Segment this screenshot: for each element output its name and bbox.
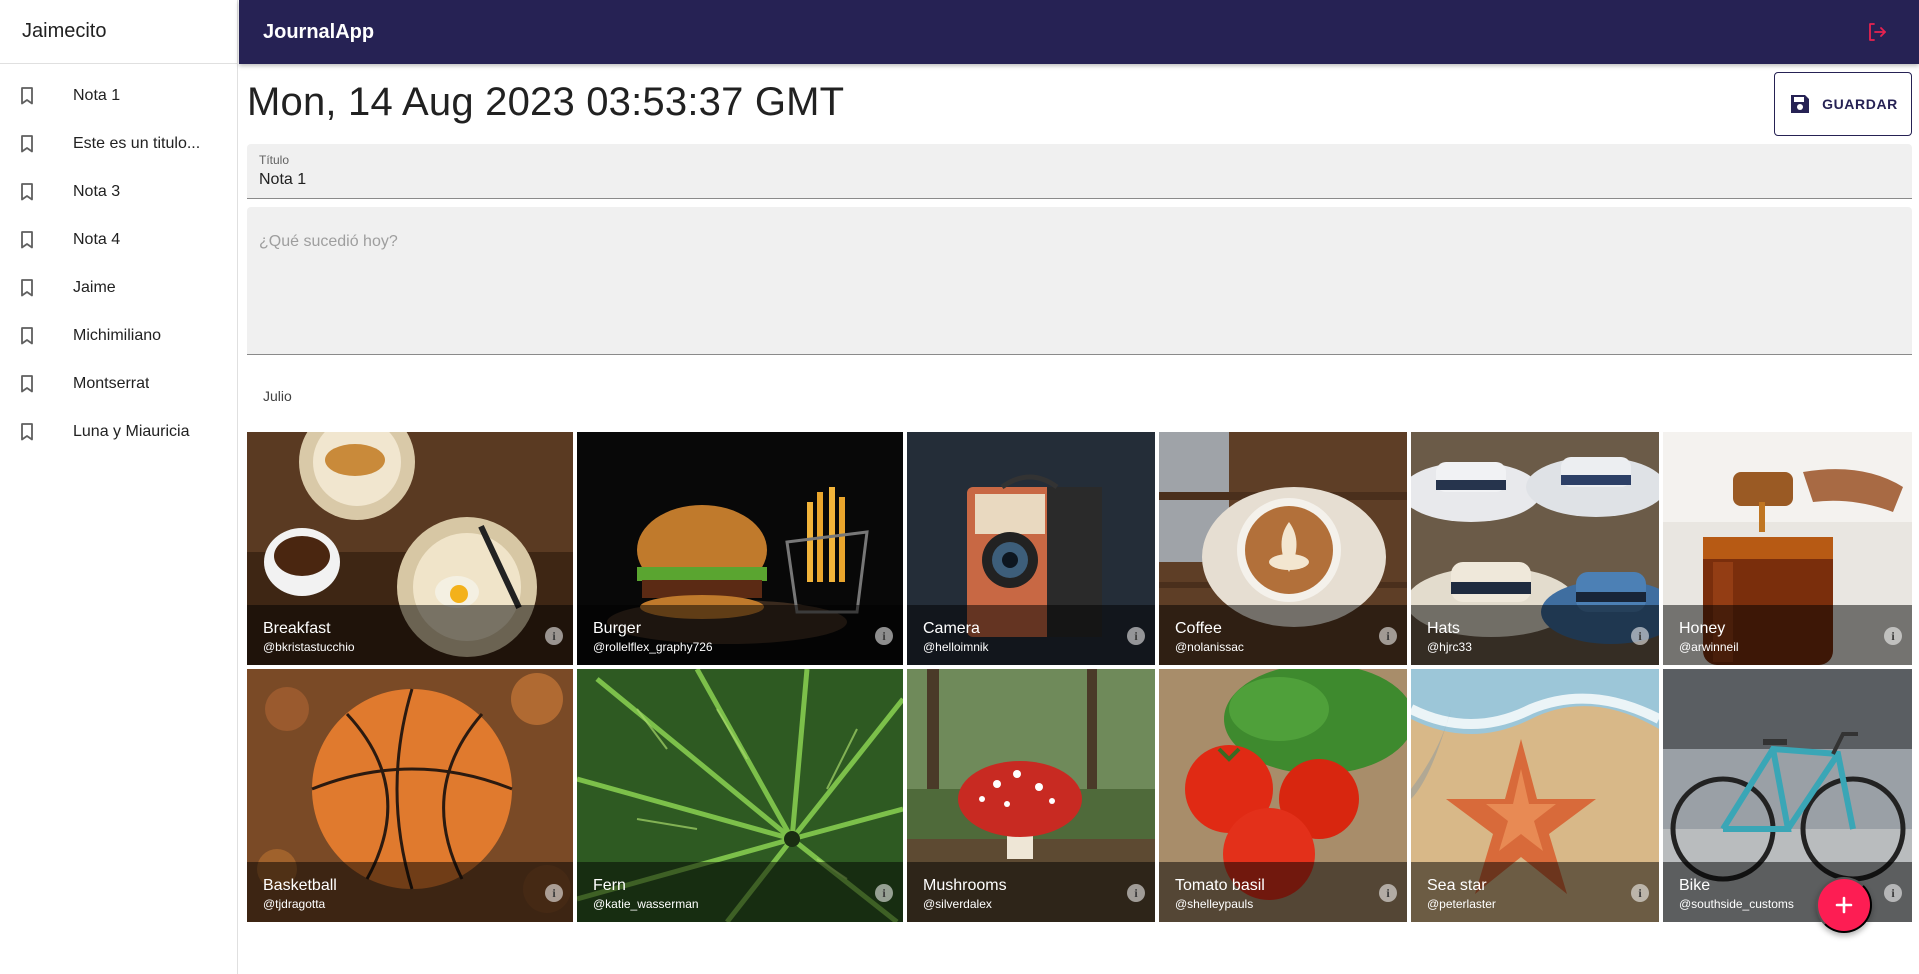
info-icon[interactable]: i bbox=[1884, 884, 1902, 902]
sidebar-item-label: Nota 4 bbox=[73, 231, 121, 248]
image-author: @rollelflex_graphy726 bbox=[593, 640, 713, 654]
save-icon bbox=[1791, 95, 1810, 113]
image-author: @tjdragotta bbox=[263, 897, 326, 911]
logout-icon[interactable] bbox=[1865, 20, 1889, 44]
image-tile-mushrooms[interactable]: Mushrooms @silverdalex i bbox=[907, 669, 1155, 922]
note-date: Mon, 14 Aug 2023 03:53:37 GMT bbox=[247, 80, 845, 124]
image-title: Mushrooms bbox=[923, 877, 1007, 894]
sidebar-item-este-es-un-titulo[interactable]: Este es un titulo... bbox=[0, 120, 237, 168]
image-title: Honey bbox=[1679, 620, 1726, 637]
bookmark-icon bbox=[19, 374, 35, 394]
sidebar-item-label: Montserrat bbox=[73, 375, 150, 392]
image-author: @hjrc33 bbox=[1427, 640, 1472, 654]
image-tile-basketball[interactable]: Basketball @tjdragotta i bbox=[247, 669, 573, 922]
bookmark-icon bbox=[19, 422, 35, 442]
image-title: Burger bbox=[593, 620, 642, 637]
bookmark-icon bbox=[19, 278, 35, 298]
sidebar-item-nota-4[interactable]: Nota 4 bbox=[0, 216, 237, 264]
info-icon[interactable]: i bbox=[1631, 627, 1649, 645]
image-tile-tomato-basil[interactable]: Tomato basil @shelleypauls i bbox=[1159, 669, 1407, 922]
image-title: Sea star bbox=[1427, 877, 1487, 894]
sidebar-item-label: Luna y Miauricia bbox=[73, 423, 190, 440]
image-title: Hats bbox=[1427, 620, 1460, 637]
image-author: @helloimnik bbox=[923, 640, 989, 654]
image-author: @silverdalex bbox=[923, 897, 992, 911]
image-title: Basketball bbox=[263, 877, 337, 894]
image-tile-fern[interactable]: Fern @katie_wasserman i bbox=[577, 669, 903, 922]
sidebar-item-label: Nota 1 bbox=[73, 87, 121, 104]
image-title: Fern bbox=[593, 877, 626, 894]
title-field[interactable]: Título Nota 1 bbox=[247, 144, 1912, 199]
image-tile-hats[interactable]: Hats @hjrc33 i bbox=[1411, 432, 1659, 665]
image-tile-breakfast[interactable]: Breakfast @bkristastucchio i bbox=[247, 432, 573, 665]
image-author: @peterlaster bbox=[1427, 897, 1496, 911]
image-tile-honey[interactable]: Honey @arwinneil i bbox=[1663, 432, 1912, 665]
info-icon[interactable]: i bbox=[875, 627, 893, 645]
image-title: Camera bbox=[923, 620, 980, 637]
image-author: @bkristastucchio bbox=[263, 640, 355, 654]
info-icon[interactable]: i bbox=[1379, 627, 1397, 645]
sidebar-username: Jaimecito bbox=[0, 0, 237, 64]
image-tile-sea-star[interactable]: Sea star @peterlaster i bbox=[1411, 669, 1659, 922]
image-tile-burger[interactable]: Burger @rollelflex_graphy726 i bbox=[577, 432, 903, 665]
body-placeholder: ¿Qué sucedió hoy? bbox=[259, 233, 398, 250]
section-label: Julio bbox=[263, 388, 292, 404]
bookmark-icon bbox=[19, 134, 35, 154]
sidebar-item-label: Este es un titulo... bbox=[73, 135, 201, 152]
sidebar-item-label: Nota 3 bbox=[73, 183, 121, 200]
save-button[interactable]: GUARDAR bbox=[1774, 72, 1912, 136]
sidebar-item-label: Jaime bbox=[73, 279, 116, 296]
image-author: @katie_wasserman bbox=[593, 897, 699, 911]
image-tile-camera[interactable]: Camera @helloimnik i bbox=[907, 432, 1155, 665]
app-bar: JournalApp bbox=[239, 0, 1919, 64]
sidebar-item-label: Michimiliano bbox=[73, 327, 162, 344]
sidebar: Jaimecito Nota 1 Este es un titulo... No… bbox=[0, 0, 238, 974]
plus-icon bbox=[1835, 896, 1853, 914]
image-author: @arwinneil bbox=[1679, 640, 1739, 654]
image-author: @nolanissac bbox=[1175, 640, 1244, 654]
app-title: JournalApp bbox=[263, 20, 375, 43]
image-title: Bike bbox=[1679, 877, 1711, 894]
info-icon[interactable]: i bbox=[875, 884, 893, 902]
info-icon[interactable]: i bbox=[1379, 884, 1397, 902]
add-note-button[interactable] bbox=[1816, 877, 1872, 933]
bookmark-icon bbox=[19, 230, 35, 250]
note-header: Mon, 14 Aug 2023 03:53:37 GMT GUARDAR bbox=[247, 64, 1912, 140]
title-field-label: Título bbox=[259, 153, 290, 167]
info-icon[interactable]: i bbox=[1631, 884, 1649, 902]
sidebar-item-nota-3[interactable]: Nota 3 bbox=[0, 168, 237, 216]
bookmark-icon bbox=[19, 86, 35, 106]
sidebar-item-nota-1[interactable]: Nota 1 bbox=[0, 72, 237, 120]
sidebar-item-jaime[interactable]: Jaime bbox=[0, 264, 237, 312]
image-title: Breakfast bbox=[263, 620, 331, 637]
sidebar-item-montserrat[interactable]: Montserrat bbox=[0, 360, 237, 408]
title-input[interactable]: Nota 1 bbox=[259, 171, 306, 189]
bookmark-icon bbox=[19, 182, 35, 202]
image-author: @southside_customs bbox=[1679, 897, 1794, 911]
body-field[interactable]: ¿Qué sucedió hoy? bbox=[247, 207, 1912, 355]
info-icon[interactable]: i bbox=[1127, 884, 1145, 902]
image-tile-coffee[interactable]: Coffee @nolanissac i bbox=[1159, 432, 1407, 665]
image-author: @shelleypauls bbox=[1175, 897, 1254, 911]
sidebar-item-michimiliano[interactable]: Michimiliano bbox=[0, 312, 237, 360]
image-title: Coffee bbox=[1175, 620, 1222, 637]
image-tile-bike[interactable]: Bike @southside_customs i bbox=[1663, 669, 1912, 922]
sidebar-item-luna-y-miauricia[interactable]: Luna y Miauricia bbox=[0, 408, 237, 456]
note-editor: Mon, 14 Aug 2023 03:53:37 GMT GUARDAR Tí… bbox=[247, 64, 1912, 922]
info-icon[interactable]: i bbox=[1127, 627, 1145, 645]
info-icon[interactable]: i bbox=[1884, 627, 1902, 645]
info-icon[interactable]: i bbox=[545, 627, 563, 645]
save-button-label: GUARDAR bbox=[1822, 96, 1898, 112]
bookmark-icon bbox=[19, 326, 35, 346]
image-title: Tomato basil bbox=[1175, 877, 1265, 894]
info-icon[interactable]: i bbox=[545, 884, 563, 902]
notes-list: Nota 1 Este es un titulo... Nota 3 Nota … bbox=[0, 64, 237, 456]
